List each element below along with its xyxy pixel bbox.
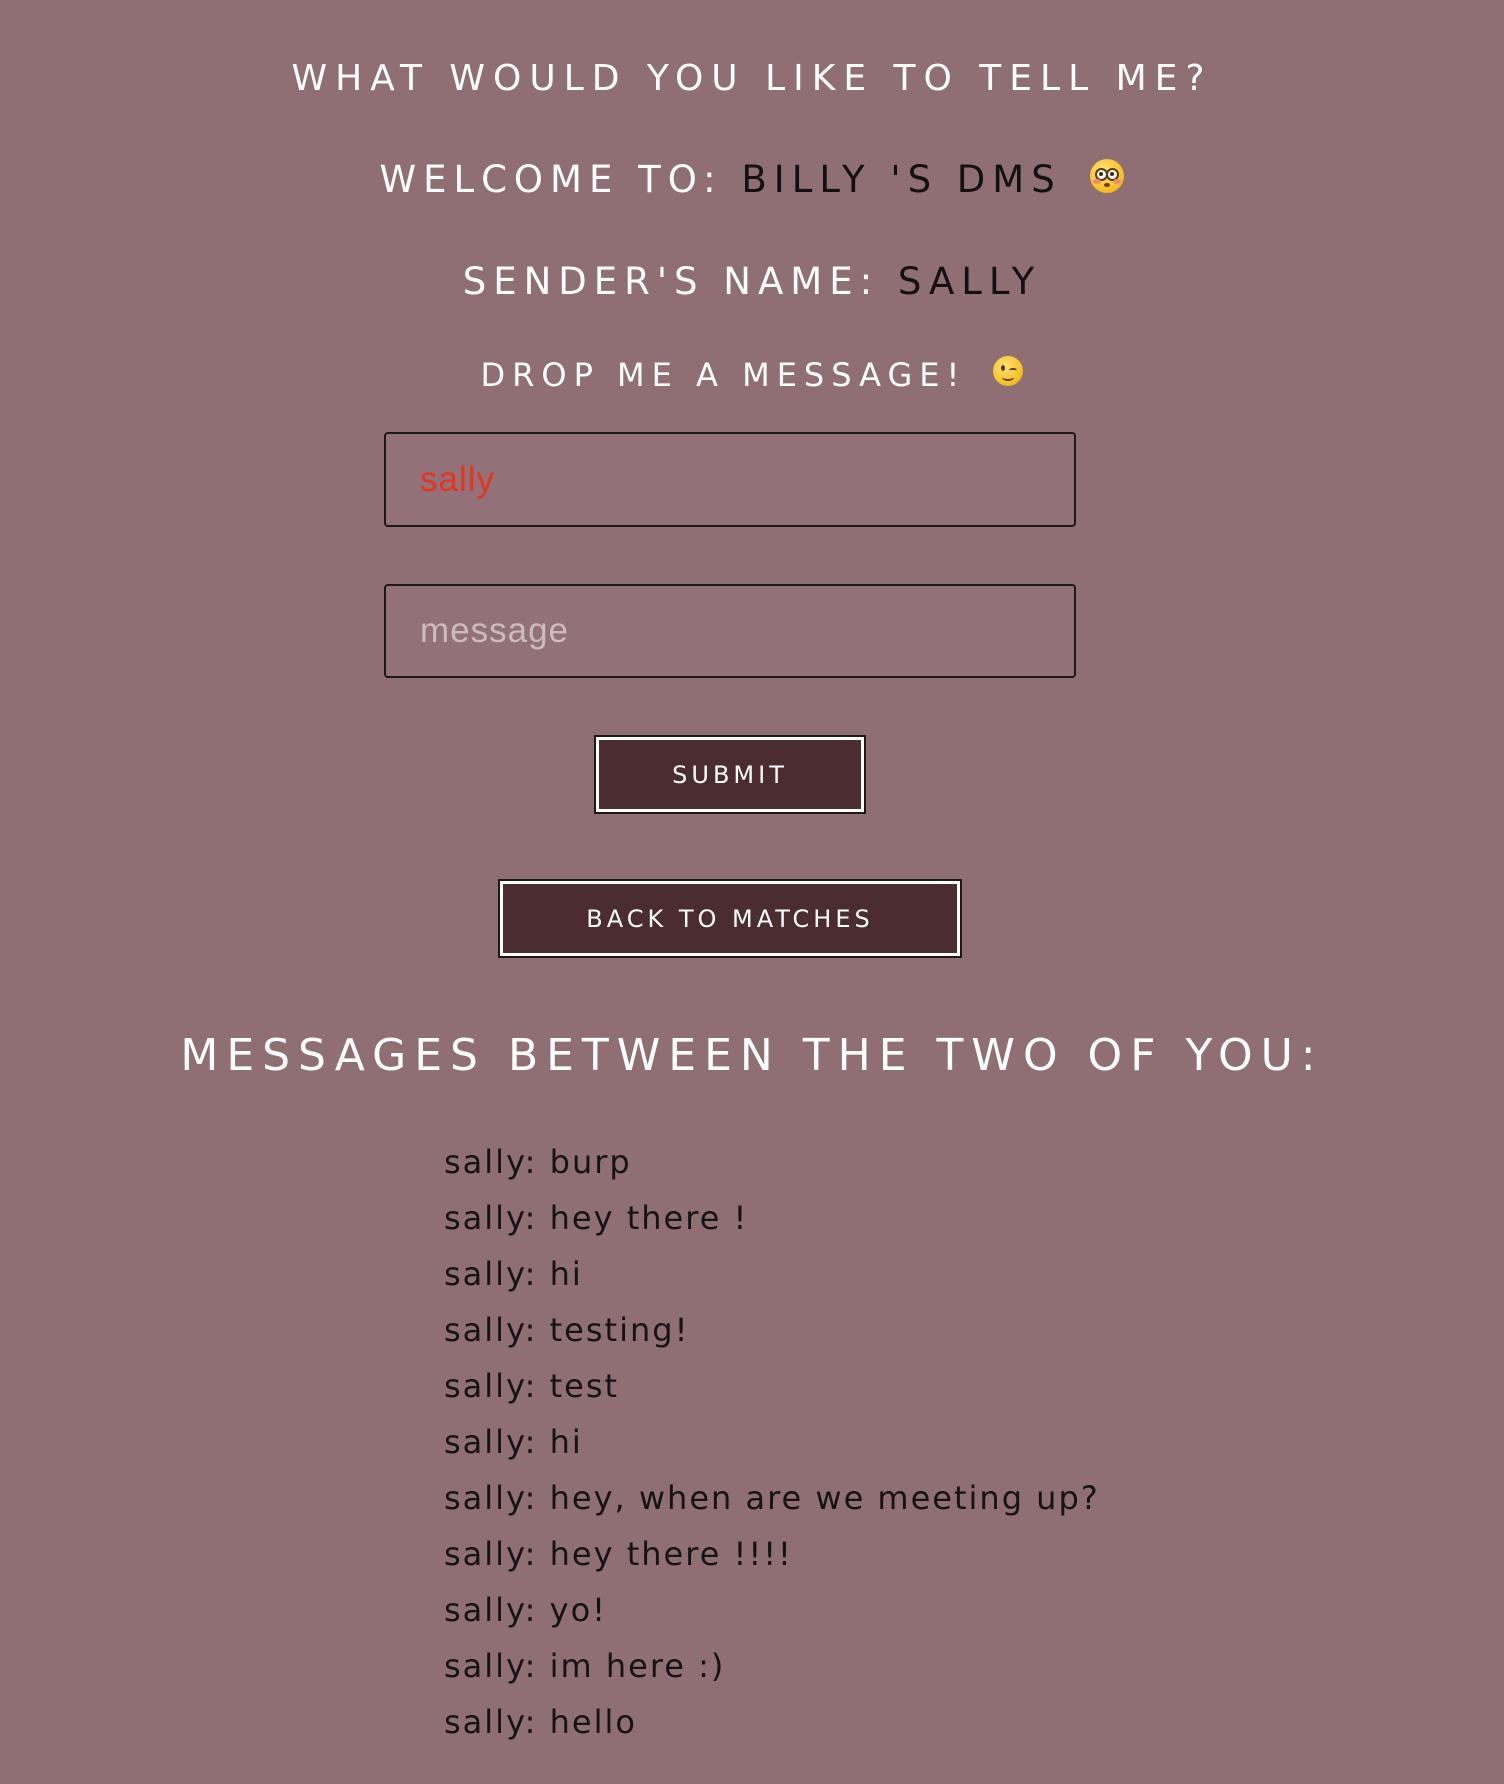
messages-heading: MESSAGES BETWEEN THE TWO OF YOU: xyxy=(180,1030,1324,1081)
sender-name-input[interactable] xyxy=(384,432,1076,527)
message-item: sally: hey there !!!! xyxy=(444,1535,793,1573)
back-to-matches-button[interactable]: BACK TO MATCHES xyxy=(498,879,962,958)
dm-page: WHAT WOULD YOU LIKE TO TELL ME? WELCOME … xyxy=(0,0,1504,1784)
message-list: sally: burp sally: hey there ! sally: hi… xyxy=(444,1138,1100,1754)
message-input[interactable] xyxy=(384,584,1076,678)
message-item: sally: burp xyxy=(444,1143,632,1181)
message-item: sally: im here :) xyxy=(444,1647,726,1685)
sender-name: SALLY xyxy=(897,260,1042,303)
flushed-face-icon xyxy=(1090,158,1125,193)
message-item: sally: hello xyxy=(444,1703,637,1741)
drop-message-label: DROP ME A MESSAGE! xyxy=(480,356,967,394)
welcome-label: WELCOME TO: xyxy=(379,158,723,201)
winking-face-icon xyxy=(993,356,1024,386)
submit-button[interactable]: SUBMIT xyxy=(594,735,866,814)
sender-heading: SENDER'S NAME: SALLY xyxy=(0,260,1504,303)
message-item: sally: yo! xyxy=(444,1591,607,1629)
welcome-heading: WELCOME TO: BILLY 'S DMS xyxy=(0,158,1504,201)
sender-label: SENDER'S NAME: xyxy=(462,260,880,303)
drop-message-heading: DROP ME A MESSAGE! xyxy=(0,356,1504,394)
message-item: sally: hey, when are we meeting up? xyxy=(444,1479,1100,1517)
message-item: sally: testing! xyxy=(444,1311,690,1349)
message-item: sally: hey there ! xyxy=(444,1199,749,1237)
message-item: sally: test xyxy=(444,1367,620,1405)
message-item: sally: hi xyxy=(444,1423,583,1461)
page-title: WHAT WOULD YOU LIKE TO TELL ME? xyxy=(291,58,1213,99)
message-item: sally: hi xyxy=(444,1255,583,1293)
recipient-name: BILLY 'S DMS xyxy=(741,158,1062,201)
